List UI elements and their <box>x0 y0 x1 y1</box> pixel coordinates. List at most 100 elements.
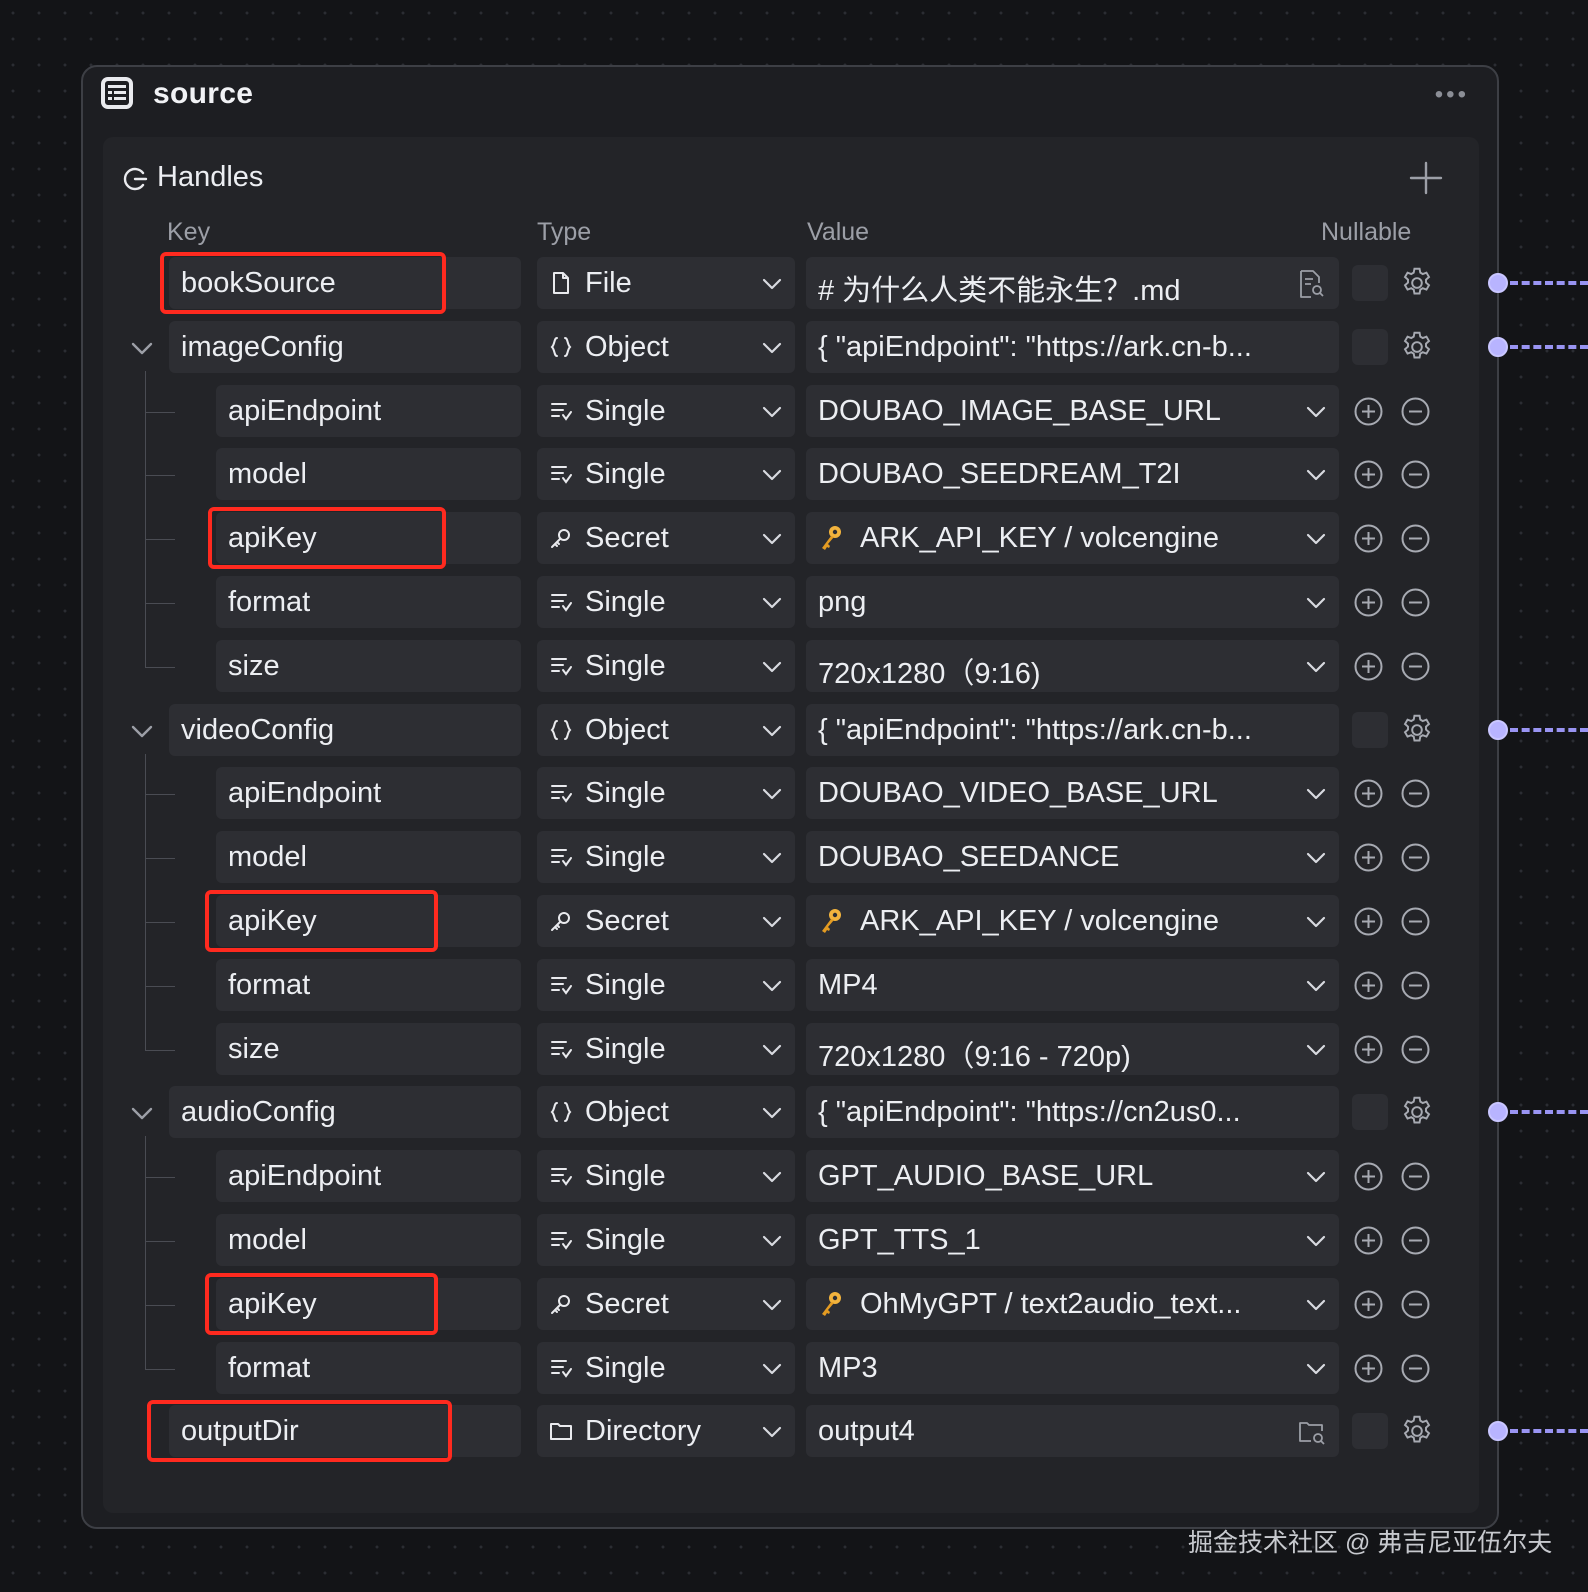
node-header[interactable]: source ••• <box>83 67 1497 121</box>
remove-item-icon[interactable] <box>1400 1225 1431 1256</box>
nullable-checkbox[interactable] <box>1352 265 1388 301</box>
nullable-checkbox[interactable] <box>1352 1413 1388 1450</box>
type-select[interactable]: Directory <box>537 1405 795 1458</box>
value-field[interactable]: # 为什么人类不能永生？.md <box>806 257 1339 309</box>
type-select[interactable]: Single <box>537 767 795 820</box>
value-select[interactable]: 720x1280（9:16 - 720p) <box>806 1022 1339 1075</box>
key-field[interactable]: imageConfig <box>169 320 521 373</box>
key-field[interactable]: apiEndpoint <box>216 384 521 437</box>
collapse-chevron-icon[interactable] <box>129 718 155 744</box>
value-field[interactable]: { "apiEndpoint": "https://ark.cn-b... <box>806 703 1339 756</box>
remove-item-icon[interactable] <box>1400 587 1431 618</box>
type-select[interactable]: Single <box>537 1022 795 1075</box>
gear-icon[interactable] <box>1399 1413 1435 1449</box>
add-item-icon[interactable] <box>1353 1034 1384 1065</box>
key-field[interactable]: videoConfig <box>169 703 521 756</box>
add-item-icon[interactable] <box>1353 1161 1384 1192</box>
remove-item-icon[interactable] <box>1400 970 1431 1001</box>
remove-item-icon[interactable] <box>1400 842 1431 873</box>
value-select[interactable]: GPT_AUDIO_BASE_URL <box>806 1150 1339 1203</box>
nullable-checkbox[interactable] <box>1352 1094 1388 1131</box>
folder-picker-icon[interactable] <box>1297 1417 1325 1447</box>
key-field[interactable]: audioConfig <box>169 1086 521 1139</box>
type-select[interactable]: Object <box>537 703 795 756</box>
key-field[interactable]: size <box>216 1022 521 1075</box>
type-select[interactable]: Single <box>537 958 795 1011</box>
value-field[interactable]: output4 <box>806 1405 1339 1458</box>
remove-item-icon[interactable] <box>1400 1289 1431 1320</box>
type-select[interactable]: Object <box>537 320 795 373</box>
output-port[interactable] <box>1488 719 1508 740</box>
gear-icon[interactable] <box>1399 329 1435 365</box>
remove-item-icon[interactable] <box>1400 396 1431 427</box>
add-item-icon[interactable] <box>1353 1225 1384 1256</box>
type-select[interactable]: Single <box>537 448 795 501</box>
type-select[interactable]: Single <box>537 384 795 437</box>
gear-icon[interactable] <box>1399 712 1435 748</box>
type-select[interactable]: Single <box>537 576 795 628</box>
collapse-chevron-icon[interactable] <box>129 1100 155 1126</box>
output-port[interactable] <box>1488 1421 1508 1442</box>
add-item-icon[interactable] <box>1353 778 1384 809</box>
add-item-icon[interactable] <box>1353 523 1384 554</box>
value-select[interactable]: DOUBAO_SEEDREAM_T2I <box>806 448 1339 501</box>
nullable-checkbox[interactable] <box>1352 711 1388 748</box>
collapse-chevron-icon[interactable] <box>129 335 155 361</box>
nullable-checkbox[interactable] <box>1352 328 1388 365</box>
add-item-icon[interactable] <box>1353 970 1384 1001</box>
value-select[interactable]: GPT_TTS_1 <box>806 1214 1339 1266</box>
key-field[interactable]: apiEndpoint <box>216 767 521 820</box>
add-item-icon[interactable] <box>1353 587 1384 618</box>
add-item-icon[interactable] <box>1353 651 1384 682</box>
value-select[interactable]: DOUBAO_IMAGE_BASE_URL <box>806 384 1339 437</box>
add-handle-icon[interactable] <box>1407 159 1445 197</box>
type-select[interactable]: Single <box>537 1214 795 1266</box>
type-select[interactable]: Secret <box>537 895 795 947</box>
add-item-icon[interactable] <box>1353 459 1384 490</box>
key-field[interactable]: format <box>216 1341 521 1394</box>
output-port[interactable] <box>1488 1102 1508 1123</box>
key-field[interactable]: size <box>216 639 521 692</box>
gear-icon[interactable] <box>1399 1094 1435 1130</box>
remove-item-icon[interactable] <box>1400 1161 1431 1192</box>
add-item-icon[interactable] <box>1353 396 1384 427</box>
value-select[interactable]: MP3 <box>806 1341 1339 1394</box>
add-item-icon[interactable] <box>1353 1353 1384 1384</box>
more-options-icon[interactable]: ••• <box>1435 81 1469 109</box>
remove-item-icon[interactable] <box>1400 651 1431 682</box>
key-field[interactable]: model <box>216 1214 521 1266</box>
key-field[interactable]: model <box>216 448 521 501</box>
key-field[interactable]: apiEndpoint <box>216 1150 521 1203</box>
value-select[interactable]: png <box>806 576 1339 628</box>
remove-item-icon[interactable] <box>1400 1034 1431 1065</box>
add-item-icon[interactable] <box>1353 1289 1384 1320</box>
value-select[interactable]: OhMyGPT / text2audio_text... <box>806 1277 1339 1330</box>
type-select[interactable]: File <box>537 257 795 309</box>
key-field[interactable]: format <box>216 576 521 628</box>
type-select[interactable]: Single <box>537 639 795 692</box>
value-field[interactable]: { "apiEndpoint": "https://ark.cn-b... <box>806 320 1339 373</box>
value-select[interactable]: MP4 <box>806 958 1339 1011</box>
type-select[interactable]: Single <box>537 1150 795 1203</box>
value-field[interactable]: { "apiEndpoint": "https://cn2us0... <box>806 1086 1339 1139</box>
type-select[interactable]: Single <box>537 831 795 884</box>
remove-item-icon[interactable] <box>1400 778 1431 809</box>
value-select[interactable]: DOUBAO_VIDEO_BASE_URL <box>806 767 1339 820</box>
add-item-icon[interactable] <box>1353 842 1384 873</box>
type-select[interactable]: Object <box>537 1086 795 1139</box>
value-select[interactable]: ARK_API_KEY / volcengine <box>806 895 1339 947</box>
add-item-icon[interactable] <box>1353 906 1384 937</box>
remove-item-icon[interactable] <box>1400 906 1431 937</box>
type-select[interactable]: Secret <box>537 1277 795 1330</box>
output-port[interactable] <box>1488 336 1508 357</box>
gear-icon[interactable] <box>1399 265 1435 301</box>
key-field[interactable]: format <box>216 958 521 1011</box>
output-port[interactable] <box>1488 273 1508 293</box>
value-select[interactable]: 720x1280（9:16) <box>806 639 1339 692</box>
file-picker-icon[interactable] <box>1297 269 1325 299</box>
value-select[interactable]: ARK_API_KEY / volcengine <box>806 512 1339 565</box>
type-select[interactable]: Secret <box>537 512 795 565</box>
value-select[interactable]: DOUBAO_SEEDANCE <box>806 831 1339 884</box>
key-field[interactable]: model <box>216 831 521 884</box>
type-select[interactable]: Single <box>537 1341 795 1394</box>
